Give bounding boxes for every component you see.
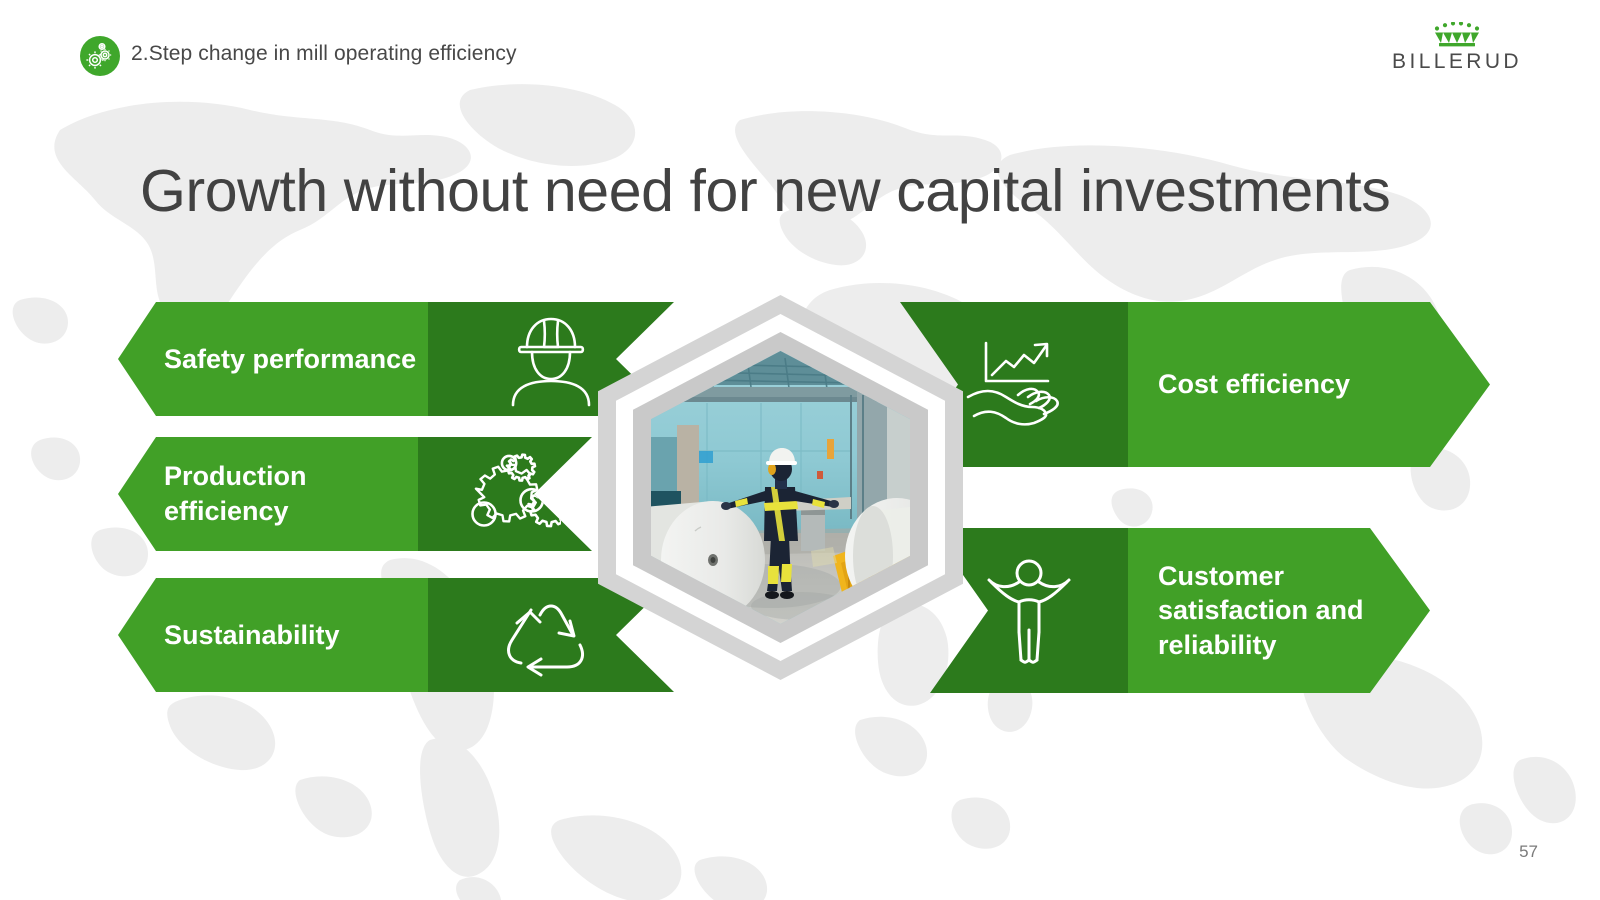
page-title: Growth without need for new capital inve… (140, 158, 1391, 224)
chevron-label-wrap: Customer satisfaction and reliability (1128, 528, 1430, 693)
chevron-cost-efficiency[interactable]: Cost efficiency (900, 302, 1490, 467)
slide-header: 2.Step change in mill operating efficien… (0, 0, 1600, 110)
logo-text: BILLERUD (1392, 50, 1522, 73)
chevron-label: Safety performance (164, 343, 417, 374)
gears-icon (418, 437, 592, 551)
chevron-label-wrap: Production efficiency (118, 437, 418, 551)
chevron-production-efficiency[interactable]: Production efficiency (118, 437, 592, 551)
chevron-safety-performance[interactable]: Safety performance (118, 302, 674, 416)
crown-icon (1434, 22, 1480, 47)
chevron-customer-satisfaction[interactable]: Customer satisfaction and reliability (930, 528, 1430, 693)
chevron-label-wrap: Safety performance (118, 302, 428, 416)
page-number: 57 (1519, 842, 1538, 861)
chevron-label-wrap: Sustainability (118, 578, 428, 692)
center-hexagon (598, 295, 963, 680)
chevron-label: Cost efficiency (1158, 369, 1351, 400)
gears-icon (80, 36, 120, 76)
chevron-sustainability[interactable]: Sustainability (118, 578, 674, 692)
chevron-label: Customer satisfaction and reliability (1158, 560, 1364, 660)
chevron-label: Production efficiency (164, 461, 307, 526)
billerud-logo: BILLERUD (1382, 22, 1532, 74)
chevron-label: Sustainability (164, 619, 340, 650)
header-title: 2.Step change in mill operating efficien… (131, 42, 517, 65)
chevron-label-wrap: Cost efficiency (1128, 302, 1490, 467)
slide: 2.Step change in mill operating efficien… (0, 0, 1600, 900)
